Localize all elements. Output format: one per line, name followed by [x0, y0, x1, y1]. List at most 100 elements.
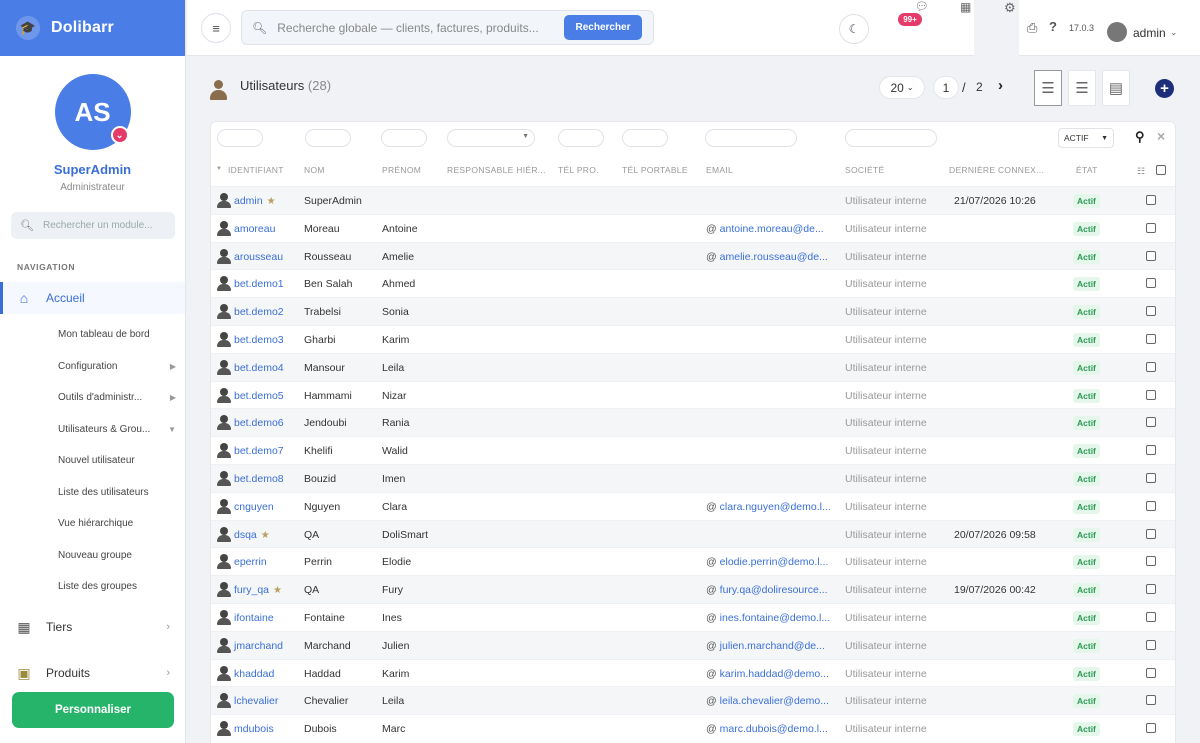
sidebar-subitem[interactable]: Configuration ▶ [58, 361, 176, 372]
global-search-input[interactable] [277, 20, 553, 35]
row-checkbox[interactable] [1146, 222, 1156, 233]
sidebar-item-produits[interactable]: ▣ Produits › [0, 657, 185, 689]
user-login-link[interactable]: arousseau [234, 251, 283, 263]
row-checkbox[interactable] [1146, 695, 1156, 706]
row-checkbox[interactable] [1146, 445, 1156, 456]
user-login-link[interactable]: cnguyen [234, 501, 274, 513]
filter-status-select[interactable]: ACTIF ▼ [1058, 128, 1114, 148]
sidebar-item-tiers[interactable]: ▦ Tiers › [0, 611, 185, 643]
sort-desc-icon[interactable]: ▼ [216, 166, 222, 172]
current-page-input[interactable]: 1 [933, 76, 959, 99]
user-email-link[interactable]: @ ines.fontaine@demo.l... [706, 612, 830, 624]
sidebar-subitem[interactable]: Outils d'administr... ▶ [58, 392, 176, 403]
row-checkbox[interactable] [1146, 723, 1156, 734]
user-email-link[interactable]: @ karim.haddad@demo... [706, 668, 829, 680]
column-header-login[interactable]: IDENTIFIANT [228, 165, 284, 175]
user-login-link[interactable]: lchevalier [234, 695, 278, 707]
row-checkbox[interactable] [1146, 528, 1156, 539]
row-checkbox[interactable] [1146, 333, 1156, 344]
column-header-email[interactable]: EMAIL [706, 165, 733, 175]
user-login-link[interactable]: fury_qa ★ [234, 584, 282, 596]
calendar-icon[interactable]: ▦ [960, 0, 971, 14]
filter-login[interactable] [217, 129, 263, 147]
user-login-link[interactable]: ifontaine [234, 612, 274, 624]
column-header-phone-pro[interactable]: TÉL PRO. [558, 165, 599, 175]
user-login-link[interactable]: admin ★ [234, 195, 276, 207]
sidebar-item-accueil[interactable]: ⌂ Accueil [0, 282, 185, 314]
user-login-link[interactable]: jmarchand [234, 640, 283, 652]
column-header-company[interactable]: SOCIÉTÉ [845, 165, 884, 175]
user-login-link[interactable]: bet.demo1 [234, 278, 284, 290]
help-icon[interactable]: ? [1049, 19, 1057, 34]
filter-email[interactable] [705, 129, 797, 147]
printer-icon[interactable]: ⎙ [1027, 20, 1037, 36]
filter-supervisor[interactable]: ▼ [447, 129, 535, 147]
brand-header[interactable]: 🎓 Dolibarr [0, 0, 185, 56]
next-page-icon[interactable]: › [998, 77, 1003, 94]
user-email-link[interactable]: @ fury.qa@doliresource... [706, 584, 828, 596]
row-checkbox[interactable] [1146, 195, 1156, 205]
search-icon[interactable]: ⚲ [1135, 129, 1145, 145]
row-checkbox[interactable] [1146, 250, 1156, 261]
user-email-link[interactable]: @ clara.nguyen@demo.l... [706, 501, 831, 513]
user-login-link[interactable]: khaddad [234, 668, 274, 680]
column-settings-icon[interactable]: ☷ [1137, 166, 1145, 177]
user-email-link[interactable]: @ leila.chevalier@demo... [706, 695, 829, 707]
sidebar-subitem[interactable]: Mon tableau de bord [58, 329, 176, 340]
sidebar-subitem[interactable]: Nouvel utilisateur [58, 455, 176, 466]
user-login-link[interactable]: amoreau [234, 223, 275, 235]
column-header-last-login[interactable]: DERNIÈRE CONNEX... [949, 165, 1044, 175]
user-email-link[interactable]: @ antoine.moreau@de... [706, 223, 824, 235]
user-login-link[interactable]: dsqa ★ [234, 529, 270, 541]
column-header-firstname[interactable]: PRÉNOM [382, 165, 421, 175]
row-checkbox[interactable] [1146, 667, 1156, 678]
select-all-checkbox[interactable] [1156, 165, 1166, 175]
user-login-link[interactable]: eperrin [234, 556, 267, 568]
row-checkbox[interactable] [1146, 389, 1156, 400]
sidebar-subitem[interactable]: Vue hiérarchique [58, 518, 176, 529]
dark-mode-toggle[interactable]: ☾ [839, 14, 869, 44]
column-header-lastname[interactable]: NOM [304, 165, 325, 175]
chevron-down-icon[interactable]: ⌄ [1170, 27, 1178, 38]
user-avatar[interactable] [1107, 22, 1127, 42]
view-compact-button[interactable]: ☰ [1068, 70, 1096, 106]
row-checkbox[interactable] [1146, 500, 1156, 511]
menu-toggle-button[interactable]: ≡ [201, 13, 231, 43]
view-grid-button[interactable]: ▤ [1102, 70, 1130, 106]
add-user-button[interactable]: + [1155, 79, 1174, 98]
user-login-link[interactable]: bet.demo4 [234, 362, 284, 374]
row-checkbox[interactable] [1146, 556, 1156, 567]
row-checkbox[interactable] [1146, 306, 1156, 317]
row-checkbox[interactable] [1146, 584, 1156, 595]
column-header-status[interactable]: ÉTAT [1076, 165, 1098, 175]
user-login-link[interactable]: mdubois [234, 723, 274, 735]
sidebar-subitem[interactable]: Nouveau groupe [58, 550, 176, 561]
gear-icon[interactable]: ⚙ [1004, 0, 1016, 16]
user-email-link[interactable]: @ elodie.perrin@demo.l... [706, 556, 828, 568]
filter-phone-mobile[interactable] [622, 129, 668, 147]
filter-company[interactable] [845, 129, 937, 147]
user-email-link[interactable]: @ amelie.rousseau@de... [706, 251, 828, 263]
sidebar-subitem[interactable]: Utilisateurs & Grou... ▼ [58, 424, 176, 435]
user-login-link[interactable]: bet.demo8 [234, 473, 284, 485]
module-search-input[interactable] [42, 220, 168, 231]
profile-avatar[interactable]: AS ⌄ [54, 74, 131, 150]
filter-firstname[interactable] [381, 129, 427, 147]
user-login-link[interactable]: bet.demo2 [234, 306, 284, 318]
column-header-phone-mobile[interactable]: TÉL PORTABLE [622, 165, 688, 175]
row-checkbox[interactable] [1146, 417, 1156, 428]
search-button[interactable]: Rechercher [564, 15, 642, 40]
filter-phone-pro[interactable] [558, 129, 604, 147]
chat-icon[interactable]: 💬︎ [915, 0, 929, 13]
row-checkbox[interactable] [1146, 639, 1156, 650]
notification-badge[interactable]: 99+ [898, 13, 922, 26]
row-checkbox[interactable] [1146, 472, 1156, 483]
row-checkbox[interactable] [1146, 611, 1156, 622]
row-checkbox[interactable] [1146, 278, 1156, 289]
user-login-link[interactable]: bet.demo3 [234, 334, 284, 346]
per-page-select[interactable]: 20 ⌄ [879, 76, 925, 99]
user-email-link[interactable]: @ marc.dubois@demo.l... [706, 723, 828, 735]
sidebar-subitem[interactable]: Liste des utilisateurs [58, 487, 176, 498]
filter-lastname[interactable] [305, 129, 351, 147]
user-login-link[interactable]: bet.demo6 [234, 417, 284, 429]
